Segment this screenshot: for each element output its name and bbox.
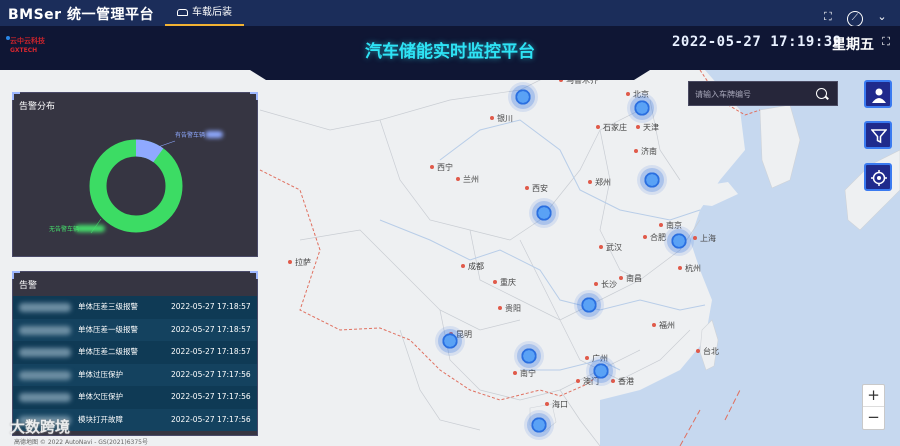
zoom-out-button[interactable]: − bbox=[863, 407, 884, 429]
dashboard-header: 云中云科技 GXTECH 汽车储能实时监控平台 2022-05-27 17:19… bbox=[0, 26, 900, 70]
panel-title: 告警 bbox=[19, 281, 38, 291]
alarm-time: 2022-05-27 17:18:57 bbox=[171, 347, 251, 356]
alarm-type: 单体压差三级报警 bbox=[78, 302, 138, 311]
city-label: 台北 bbox=[696, 347, 719, 356]
legend-no-alarm-count bbox=[75, 225, 105, 232]
vehicle-id-masked bbox=[19, 303, 71, 312]
alarm-list-panel: 告警 单体压差三级报警 2022-05-27 17:18:57 单体压差一级报警… bbox=[12, 271, 258, 436]
city-label: 银川 bbox=[490, 114, 513, 123]
alarm-donut-chart bbox=[89, 139, 183, 234]
city-label: 西安 bbox=[525, 184, 548, 193]
appbar-tools: ⛶ ⟋ ⌄ bbox=[814, 5, 890, 27]
vehicle-marker[interactable] bbox=[643, 171, 661, 189]
app-bar: BMSer 统一管理平台 车载后装 ⛶ ⟋ ⌄ bbox=[0, 0, 900, 27]
chevron-down-icon[interactable]: ⌄ bbox=[874, 9, 890, 25]
city-label: 成都 bbox=[461, 262, 484, 271]
city-label: 上海 bbox=[693, 234, 716, 243]
search-input[interactable] bbox=[695, 86, 813, 102]
alarm-distribution-panel: 告警分布 有告警车辆 无告警车辆 bbox=[12, 92, 258, 257]
vehicle-id-masked bbox=[19, 393, 71, 402]
logo-text-en: GXTECH bbox=[10, 47, 38, 54]
city-label: 贵阳 bbox=[498, 304, 521, 313]
vehicle-marker[interactable] bbox=[530, 416, 548, 434]
city-label: 海口 bbox=[545, 400, 568, 409]
search-icon[interactable] bbox=[816, 88, 827, 99]
alarm-type: 单体压差一级报警 bbox=[78, 324, 138, 334]
city-label: 长沙 bbox=[594, 280, 617, 289]
user-button[interactable] bbox=[864, 80, 892, 108]
vehicle-marker[interactable] bbox=[514, 88, 532, 106]
alarm-time: 2022-05-27 17:17:56 bbox=[171, 414, 251, 424]
tab-label: 车载后装 bbox=[192, 7, 232, 18]
alarm-type: 单体压差二级报警 bbox=[78, 347, 138, 356]
vehicle-id-masked bbox=[19, 370, 71, 380]
city-label: 重庆 bbox=[493, 278, 516, 287]
table-row[interactable]: 单体压差三级报警 2022-05-27 17:18:57 bbox=[13, 296, 257, 319]
legend-alarm-count bbox=[205, 131, 223, 138]
vehicle-marker[interactable] bbox=[535, 204, 553, 222]
compass-icon[interactable]: ⟋ bbox=[846, 11, 863, 27]
vehicle-marker[interactable] bbox=[592, 362, 610, 380]
filter-button[interactable] bbox=[864, 121, 892, 149]
vehicle-marker[interactable] bbox=[633, 99, 651, 117]
filter-icon bbox=[871, 129, 887, 144]
legend-leader-alarm bbox=[157, 140, 176, 148]
alarm-time: 2022-05-27 17:17:56 bbox=[171, 392, 251, 401]
logo-text-cn: 云中云科技 bbox=[10, 37, 45, 45]
alarm-type: 单体欠压保护 bbox=[78, 392, 123, 401]
fullscreen-icon[interactable]: ⛶ bbox=[820, 9, 836, 25]
vehicle-marker[interactable] bbox=[520, 347, 538, 365]
locate-button[interactable] bbox=[864, 163, 892, 191]
city-label: 天津 bbox=[636, 123, 659, 132]
legend-alarm-vehicles: 有告警车辆 bbox=[175, 132, 206, 139]
watermark: 大数跨境 bbox=[10, 418, 71, 436]
user-icon bbox=[872, 88, 886, 103]
city-label: 西宁 bbox=[430, 163, 453, 172]
city-label: 拉萨 bbox=[288, 258, 311, 267]
current-datetime: 2022-05-27 17:19:39 bbox=[672, 34, 842, 50]
tab-vehicle-aftermarket[interactable]: 车载后装 bbox=[165, 0, 244, 26]
expand-icon[interactable]: ⛶ bbox=[879, 35, 893, 49]
vehicle-marker[interactable] bbox=[670, 232, 688, 250]
vehicle-marker[interactable] bbox=[580, 296, 598, 314]
vehicle-id-masked bbox=[19, 348, 71, 357]
city-label: 兰州 bbox=[456, 175, 479, 184]
alarm-table: 单体压差三级报警 2022-05-27 17:18:57 单体压差一级报警 20… bbox=[13, 296, 257, 431]
city-label: 南宁 bbox=[513, 369, 536, 378]
alarm-type: 模块打开故障 bbox=[78, 414, 123, 424]
vehicle-id-masked bbox=[19, 325, 71, 335]
table-row[interactable]: 单体压差二级报警 2022-05-27 17:18:57 bbox=[13, 341, 257, 364]
vehicle-marker[interactable] bbox=[441, 332, 459, 350]
app-title: BMSer 统一管理平台 bbox=[8, 7, 154, 23]
alarm-time: 2022-05-27 17:18:57 bbox=[171, 324, 251, 334]
table-row[interactable]: 单体欠压保护 2022-05-27 17:17:56 bbox=[13, 386, 257, 409]
city-label: 香港 bbox=[611, 377, 634, 386]
city-label: 南京 bbox=[659, 221, 682, 230]
alarm-time: 2022-05-27 17:18:57 bbox=[171, 302, 251, 311]
city-label: 合肥 bbox=[643, 233, 666, 242]
company-logo: 云中云科技 GXTECH bbox=[6, 36, 72, 58]
header-wedge bbox=[250, 70, 650, 80]
map-attribution: 高德地图 © 2022 AutoNavi - GS(2021)6375号 bbox=[14, 439, 148, 446]
zoom-in-button[interactable]: + bbox=[863, 385, 884, 407]
city-label: 武汉 bbox=[599, 243, 622, 252]
current-weekday: 星期五 bbox=[832, 37, 874, 53]
car-icon bbox=[177, 9, 188, 16]
locate-icon bbox=[871, 170, 887, 186]
donut-no-alarm-ring bbox=[89, 139, 183, 233]
table-row[interactable]: 单体压差一级报警 2022-05-27 17:18:57 bbox=[13, 318, 257, 341]
table-row[interactable]: 单体过压保护 2022-05-27 17:17:56 bbox=[13, 363, 257, 386]
city-label: 济南 bbox=[634, 147, 657, 156]
city-label: 南昌 bbox=[619, 274, 642, 283]
page-title: 汽车储能实时监控平台 bbox=[365, 42, 535, 62]
alarm-time: 2022-05-27 17:17:56 bbox=[171, 369, 251, 379]
alarm-type: 单体过压保护 bbox=[78, 369, 123, 379]
city-label: 石家庄 bbox=[596, 123, 627, 132]
city-label: 杭州 bbox=[678, 264, 701, 273]
city-label: 福州 bbox=[652, 321, 675, 330]
vehicle-search bbox=[688, 81, 838, 106]
map-zoom-control: + − bbox=[862, 384, 885, 430]
city-label: 郑州 bbox=[588, 178, 611, 187]
